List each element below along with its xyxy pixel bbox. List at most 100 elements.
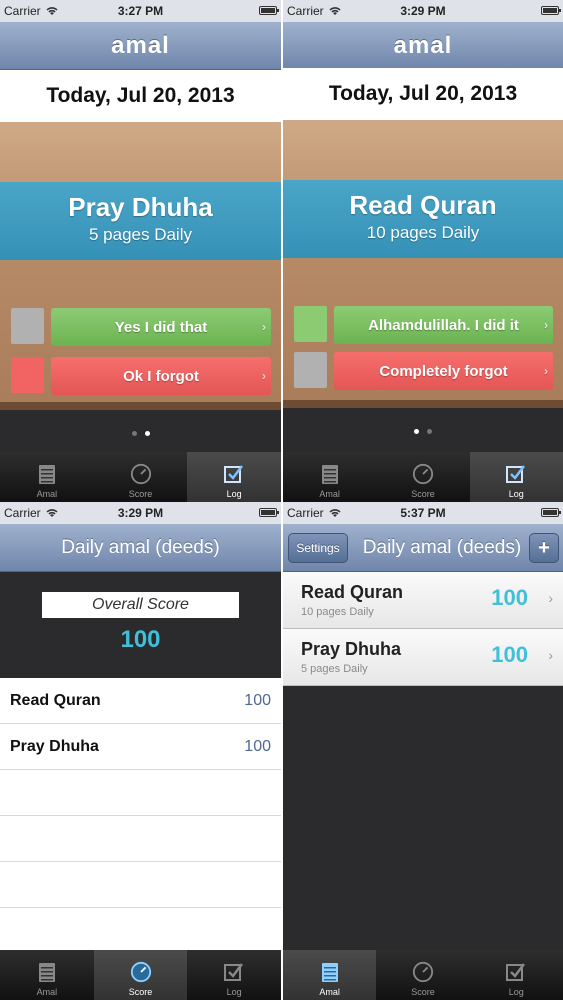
- deed-subtitle: 10 pages Daily: [366, 223, 480, 242]
- tab-bar: Amal Score Log: [0, 950, 281, 1000]
- screenshot-grid: Carrier 3:27 PM amal Today, Jul 20, 2013…: [0, 0, 563, 1000]
- deed-name: Read Quran: [10, 691, 101, 709]
- yes-button-label: Alhamdulillah. I did it: [368, 316, 519, 334]
- forgot-button-label: Ok I forgot: [123, 367, 199, 385]
- nav-bar: amal: [283, 22, 563, 70]
- checkbox-icon: [223, 462, 245, 486]
- battery-icon: [541, 6, 561, 15]
- settings-label: Settings: [296, 541, 340, 555]
- tab-log[interactable]: Log: [187, 950, 281, 1000]
- page-dot-active: [144, 430, 150, 436]
- deed-title: Read Quran: [349, 190, 497, 220]
- tab-label: Amal: [319, 987, 340, 997]
- deed-score: 100: [491, 642, 528, 667]
- tab-bar: Amal Score Log: [283, 452, 563, 502]
- forgot-button[interactable]: Ok I forgot ›: [51, 357, 271, 395]
- overall-score-panel: Overall Score 100: [0, 572, 281, 678]
- list-item[interactable]: Pray Dhuha 5 pages Daily 100 ›: [283, 629, 563, 686]
- app-logo: amal: [111, 31, 170, 59]
- checkbox-icon: [505, 960, 527, 984]
- deed-banner: Read Quran 10 pages Daily: [283, 180, 563, 258]
- tab-label: Score: [128, 489, 153, 499]
- nav-bar: Daily amal (deeds): [0, 524, 281, 572]
- gauge-icon: [130, 960, 152, 984]
- chevron-right-icon: ›: [548, 647, 553, 663]
- tab-score[interactable]: Score: [93, 950, 188, 1000]
- status-time: 3:27 PM: [117, 4, 164, 18]
- tab-label: Amal: [319, 489, 340, 499]
- tab-score[interactable]: Score: [376, 950, 469, 1000]
- tab-label: Score: [411, 489, 435, 499]
- battery-icon: [541, 508, 561, 517]
- notepad-icon: [36, 462, 58, 486]
- gauge-icon: [412, 960, 434, 984]
- page-dot: [427, 428, 432, 434]
- settings-button[interactable]: Settings: [288, 533, 348, 563]
- deed-name: Read Quran: [301, 582, 404, 602]
- tab-label: Log: [226, 987, 242, 997]
- tab-log[interactable]: Log: [470, 950, 563, 1000]
- chevron-right-icon: ›: [544, 364, 548, 378]
- notepad-icon: [36, 960, 58, 984]
- status-bar: Carrier 3:29 PM: [283, 0, 563, 22]
- page-control[interactable]: [283, 412, 563, 450]
- status-time: 5:37 PM: [400, 506, 446, 520]
- tab-label: Log: [508, 489, 524, 499]
- tab-amal[interactable]: Amal: [283, 452, 376, 502]
- page-control[interactable]: [0, 414, 281, 452]
- shelf-edge: [0, 402, 281, 410]
- tab-score[interactable]: Score: [376, 452, 469, 502]
- chevron-right-icon: ›: [262, 320, 266, 334]
- done-checkbox[interactable]: [294, 306, 327, 342]
- plus-icon: +: [538, 536, 550, 559]
- status-time: 3:29 PM: [400, 4, 446, 18]
- tab-bar: Amal Score Log: [283, 950, 563, 1000]
- app-logo: amal: [393, 31, 453, 59]
- score-table: Read Quran 100 Pray Dhuha 100: [0, 678, 281, 954]
- forgot-checkbox[interactable]: [11, 357, 44, 393]
- chevron-right-icon: ›: [544, 318, 548, 332]
- deed-score: 100: [244, 737, 271, 755]
- list-item[interactable]: Read Quran 10 pages Daily 100 ›: [283, 572, 563, 629]
- deed-name: Pray Dhuha: [10, 737, 99, 755]
- tab-label: Log: [226, 489, 242, 499]
- log-screen-read-quran: Carrier 3:29 PM amal Today, Jul 20, 2013…: [283, 0, 563, 502]
- table-row: Read Quran 100: [0, 678, 281, 724]
- status-time: 3:29 PM: [117, 506, 164, 520]
- page-dot: [131, 430, 137, 436]
- deed-banner: Pray Dhuha 5 pages Daily: [0, 182, 281, 260]
- status-bar: Carrier 3:27 PM: [0, 0, 281, 22]
- done-checkbox[interactable]: [11, 308, 44, 344]
- gauge-icon: [412, 462, 434, 486]
- deed-score: 100: [491, 585, 528, 610]
- empty-row: [0, 908, 281, 954]
- deed-title: Pray Dhuha: [68, 192, 213, 222]
- overall-score-label: Overall Score: [92, 596, 189, 613]
- yes-button[interactable]: Alhamdulillah. I did it ›: [334, 306, 553, 344]
- nav-title: Daily amal (deeds): [362, 536, 522, 558]
- deed-subtitle: 10 pages Daily: [301, 606, 374, 618]
- tab-log[interactable]: Log: [469, 452, 563, 502]
- forgot-checkbox[interactable]: [294, 352, 327, 388]
- forgot-button-label: Completely forgot: [379, 362, 508, 380]
- status-bar: Carrier 5:37 PM: [283, 502, 563, 524]
- tab-log[interactable]: Log: [187, 452, 281, 502]
- yes-button[interactable]: Yes I did that ›: [51, 308, 271, 346]
- gauge-icon: [130, 462, 152, 486]
- checkbox-icon: [505, 462, 527, 486]
- score-screen: Carrier 3:29 PM Daily amal (deeds) Overa…: [0, 502, 281, 1000]
- deed-subtitle: 5 pages Daily: [88, 225, 192, 244]
- nav-bar: Daily amal (deeds) Settings +: [283, 524, 563, 572]
- tab-amal[interactable]: Amal: [0, 452, 94, 502]
- add-deed-button[interactable]: +: [529, 533, 559, 563]
- tab-amal[interactable]: Amal: [0, 950, 94, 1000]
- tab-score[interactable]: Score: [94, 452, 188, 502]
- table-row: Pray Dhuha 100: [0, 724, 281, 770]
- overall-score-value: 100: [120, 626, 161, 653]
- notepad-icon: [319, 960, 341, 984]
- forgot-button[interactable]: Completely forgot ›: [334, 352, 553, 390]
- tab-label: Score: [411, 987, 435, 997]
- tab-amal[interactable]: Amal: [283, 950, 377, 1000]
- chevron-right-icon: ›: [262, 369, 266, 383]
- deed-list: Read Quran 10 pages Daily 100 › Pray Dhu…: [283, 572, 563, 950]
